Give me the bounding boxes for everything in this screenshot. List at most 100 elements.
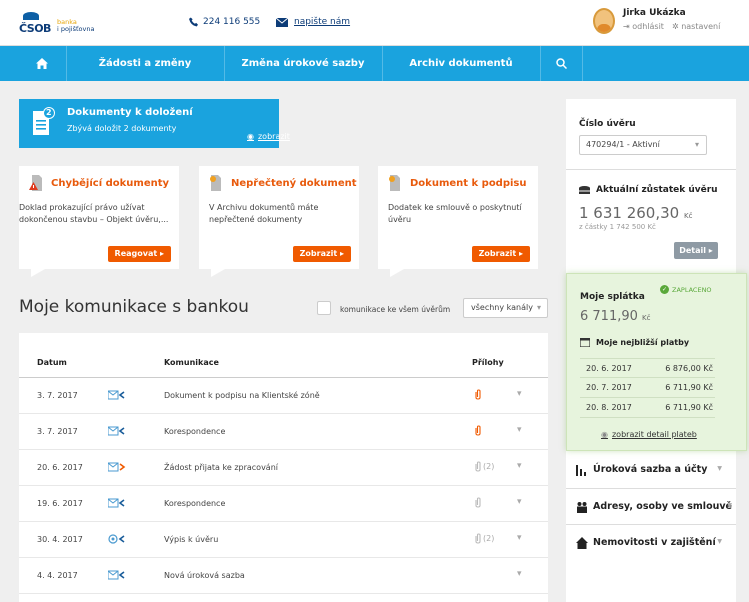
phone-contact[interactable]: 224 116 555 [189,17,260,27]
attachment-indicator[interactable]: (2) [475,461,494,472]
csob-logo[interactable]: ČSOB banka i pojišťovna [19,12,95,35]
card-title: Chybějící dokumenty [51,178,170,189]
documents-show-link[interactable]: ◉ zobrazit [247,132,290,141]
chevron-down-icon: ▾ [717,463,722,474]
attachment-indicator[interactable] [475,497,483,508]
people-icon [577,502,587,513]
accordion-rate-accounts[interactable]: Úroková sazba a účty ▾ [566,452,736,488]
table-row[interactable]: 30. 4. 2017 Výpis k úvěru (2) ▾ [19,522,548,558]
document-count: 2 [46,108,52,117]
row-communication[interactable]: Výpis k úvěru [164,535,218,544]
search-icon [555,57,567,69]
bar-chart-icon [576,465,586,476]
home-icon [36,57,48,69]
nav-requests[interactable]: Žádosti a změny [66,46,224,81]
mail-in-icon [107,425,126,439]
paperclip-icon [475,425,481,436]
chevron-down-icon[interactable]: ▾ [517,461,522,471]
row-date: 30. 4. 2017 [37,535,83,544]
nav-archive[interactable]: Archiv dokumentů [382,46,540,81]
payment-detail-link[interactable]: ◉ zobrazit detail plateb [601,430,697,439]
calendar-icon [580,338,590,347]
logo-subtitle: banka i pojišťovna [57,18,95,33]
check-icon: ✓ [660,285,669,294]
main-nav: Žádosti a změny Změna úrokové sazby Arch… [0,46,749,81]
chevron-down-icon[interactable]: ▾ [517,389,522,399]
card-unread-document: Nepřečtený dokument V Archivu dokumentů … [199,166,359,277]
show-sign-button[interactable]: Zobrazit ▸ [471,246,530,262]
table-header: Datum Komunikace Přílohy [19,333,548,378]
warning-document-icon [29,175,42,191]
loan-select[interactable]: 470294/1 - Aktivní ▾ [579,135,707,155]
payment-box: ✓ ZAPLACENO Moje splátka 6 711,90 Kč Moj… [566,273,747,451]
communication-title: Moje komunikace s bankou [19,297,249,317]
col-date[interactable]: Datum [37,358,67,367]
gear-icon: ✲ [671,22,679,31]
attachment-indicator[interactable] [475,389,483,400]
settings-link[interactable]: ✲ nastavení [672,22,720,31]
accordion-properties[interactable]: Nemovitosti v zajištění ▾ [566,525,736,561]
row-date: 3. 7. 2017 [37,391,78,400]
eye-icon: ◉ [247,132,254,141]
card-description: Dodatek ke smlouvě o poskytnutí úvěru [388,203,522,224]
documents-banner[interactable]: 2 Dokumenty k doložení Zbývá doložit 2 d… [19,99,290,148]
documents-banner-subtitle: Zbývá doložit 2 dokumenty [67,124,177,133]
envelope-icon [276,17,288,27]
logout-link[interactable]: ⇥ odhlásit [623,22,664,31]
phone-icon [189,17,198,27]
table-row[interactable]: 19. 6. 2017 Korespondence ▾ [19,486,548,522]
detail-button[interactable]: Detail ▸ [674,242,718,259]
table-row[interactable]: 20. 6. 2017 Žádost přijata ke zpracování… [19,450,548,486]
mail-link[interactable]: napište nám [294,17,350,27]
row-communication[interactable]: Korespondence [164,499,225,508]
row-communication[interactable]: Nová úroková sazba [164,571,245,580]
row-date: 4. 4. 2017 [37,571,78,580]
payment-row: 20. 8. 2017 6 711,90 Kč [580,398,715,418]
chevron-down-icon: ▾ [727,500,732,511]
phone-number: 224 116 555 [203,17,261,27]
top-bar: ČSOB banka i pojišťovna 224 116 555 napi… [0,0,749,46]
email-in-icon [108,533,126,547]
coins-icon [579,185,590,194]
paperclip-icon [475,389,481,400]
unread-document-icon [210,175,221,191]
attachment-indicator[interactable]: (2) [475,533,494,544]
avatar[interactable] [593,8,615,34]
chevron-down-icon[interactable]: ▾ [517,497,522,507]
col-communication[interactable]: Komunikace [164,358,219,367]
nav-home[interactable] [18,46,66,81]
payment-date: 20. 7. 2017 [586,383,632,392]
table-row[interactable]: 4. 4. 2017 Nová úroková sazba ▾ [19,558,548,594]
chevron-down-icon[interactable]: ▾ [517,569,522,579]
row-communication[interactable]: Korespondence [164,427,225,436]
payment-value: 6 711,90 Kč [665,403,713,412]
table-row[interactable]: 3. 7. 2017 Dokument k podpisu na Klients… [19,378,548,414]
payment-date: 20. 8. 2017 [586,403,632,412]
respond-button[interactable]: Reagovat ▸ [107,246,171,262]
card-document-to-sign: Dokument k podpisu Dodatek ke smlouvě o … [378,166,538,277]
row-communication[interactable]: Dokument k podpisu na Klientské zóně [164,391,320,400]
chevron-down-icon[interactable]: ▾ [517,425,522,435]
row-date: 19. 6. 2017 [37,499,83,508]
channel-select[interactable]: všechny kanály ▾ [463,298,548,318]
payment-value: 6 711,90 Kč [665,383,713,392]
nav-search[interactable] [540,46,582,81]
chevron-down-icon: ▾ [694,140,699,149]
table-row[interactable]: 3. 7. 2017 Korespondence ▾ [19,414,548,450]
payment-date: 20. 6. 2017 [586,364,632,373]
mail-contact[interactable]: napište nám [276,17,350,27]
user-panel: Jirka Ukázka ⇥ odhlásit ✲ nastavení [593,8,720,34]
col-attachments[interactable]: Přílohy [472,358,504,367]
next-payments-title: Moje nejbližší platby [580,338,689,347]
chevron-down-icon[interactable]: ▾ [517,533,522,543]
card-description: V Archivu dokumentů máte nepřečtené dokum… [209,203,319,224]
attachment-indicator[interactable] [475,425,483,436]
row-date: 3. 7. 2017 [37,427,78,436]
show-unread-button[interactable]: Zobrazit ▸ [292,246,351,262]
row-communication[interactable]: Žádost přijata ke zpracování [164,463,278,472]
accordion-addresses-persons[interactable]: Adresy, osoby ve smlouvě ▾ [566,489,736,525]
logo-text: ČSOB [19,22,51,35]
nav-rate-change[interactable]: Změna úrokové sazby [224,46,382,81]
logo-mark: ČSOB [19,12,53,35]
all-loans-checkbox[interactable] [317,301,331,315]
